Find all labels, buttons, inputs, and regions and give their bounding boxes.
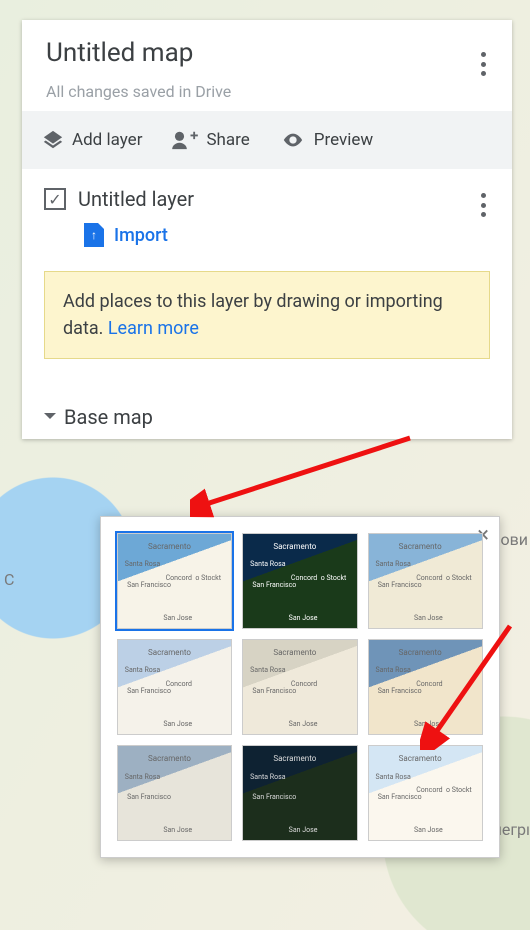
learn-more-link[interactable]: Learn more	[108, 318, 199, 339]
panel-header: Untitled map All changes saved in Drive	[22, 20, 512, 111]
style-map[interactable]: Sacramento Santa Rosa Concord o Stockt S…	[117, 533, 232, 629]
preview-button[interactable]: Preview	[274, 125, 379, 155]
layers-icon	[42, 129, 64, 151]
edge-label-right-top: ови	[500, 530, 528, 549]
style-dark-landmass[interactable]: Sacramento Santa Rosa San Francisco San …	[242, 745, 357, 841]
edge-label-left: C	[4, 570, 14, 589]
share-button[interactable]: Share	[166, 125, 255, 155]
base-map-popover: × Sacramento Santa Rosa Concord o Stockt…	[100, 516, 500, 858]
toolbar: Add layer Share Preview	[22, 111, 512, 169]
chevron-down-icon	[44, 413, 56, 425]
import-icon	[84, 223, 104, 247]
style-grid: Sacramento Santa Rosa Concord o Stockt S…	[117, 533, 483, 841]
style-mono-city[interactable]: Sacramento Santa Rosa Concord San Franci…	[242, 639, 357, 735]
map-options-menu[interactable]	[472, 50, 494, 78]
layer-name[interactable]: Untitled layer	[78, 187, 194, 211]
layer-section: ✓ Untitled layer Import	[22, 169, 512, 265]
share-icon	[172, 129, 198, 151]
import-label: Import	[114, 225, 168, 246]
add-layer-label: Add layer	[72, 130, 142, 150]
map-editor-panel: Untitled map All changes saved in Drive …	[22, 20, 512, 439]
style-terrain[interactable]: Sacramento Santa Rosa Concord o Stockt S…	[368, 533, 483, 629]
base-map-toggle[interactable]: Base map	[22, 399, 512, 439]
layer-visibility-checkbox[interactable]: ✓	[44, 188, 66, 210]
style-simple-atlas[interactable]: Sacramento Santa Rosa Concord San Franci…	[368, 639, 483, 735]
style-light-landmass[interactable]: Sacramento Santa Rosa San Francisco San …	[117, 745, 232, 841]
layer-options-menu[interactable]	[472, 191, 494, 219]
save-status: All changes saved in Drive	[46, 82, 488, 101]
style-satellite[interactable]: Sacramento Santa Rosa Concord o Stockt S…	[242, 533, 357, 629]
map-title[interactable]: Untitled map	[46, 38, 488, 68]
eye-icon	[280, 129, 306, 151]
base-map-label: Base map	[64, 405, 153, 429]
share-label: Share	[206, 130, 249, 150]
style-whitewater[interactable]: Sacramento Santa Rosa Concord o Stockt S…	[368, 745, 483, 841]
add-layer-button[interactable]: Add layer	[36, 125, 148, 155]
preview-label: Preview	[314, 130, 373, 150]
style-light-political[interactable]: Sacramento Santa Rosa Concord San Franci…	[117, 639, 232, 735]
import-button[interactable]: Import	[84, 223, 490, 247]
layer-tip: Add places to this layer by drawing or i…	[44, 271, 490, 359]
